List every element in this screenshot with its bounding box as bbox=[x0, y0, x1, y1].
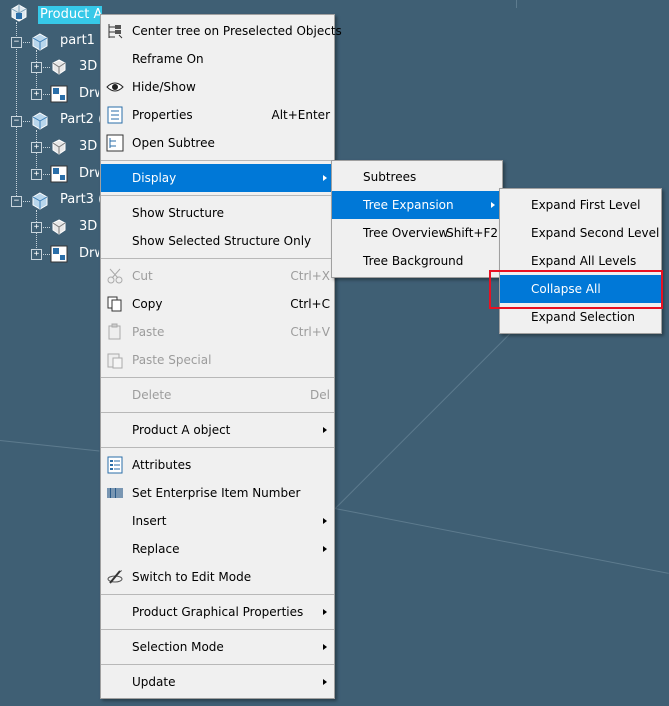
menu-item-enterprise-item-number[interactable]: Set Enterprise Item Number bbox=[101, 479, 334, 507]
subtree-icon bbox=[106, 134, 124, 152]
center-tree-icon bbox=[108, 24, 123, 39]
attributes-icon bbox=[107, 456, 123, 474]
expand-toggle[interactable]: − bbox=[11, 37, 22, 48]
expand-toggle[interactable]: − bbox=[11, 116, 22, 127]
menu-item-insert[interactable]: Insert bbox=[101, 507, 334, 535]
copy-icon bbox=[107, 296, 122, 312]
part-icon[interactable] bbox=[31, 112, 49, 130]
barcode-icon bbox=[107, 488, 123, 498]
part-icon[interactable] bbox=[31, 192, 49, 210]
menu-item-subtrees[interactable]: Subtrees bbox=[332, 163, 502, 191]
menu-item-replace[interactable]: Replace bbox=[101, 535, 334, 563]
paste-special-icon bbox=[107, 353, 123, 369]
menu-item-product-object[interactable]: Product A object bbox=[101, 416, 334, 444]
menu-item-tree-overview[interactable]: Tree Overview Shift+F2 bbox=[332, 219, 502, 247]
menu-item-properties[interactable]: Properties Alt+Enter bbox=[101, 101, 334, 129]
menu-item-update[interactable]: Update bbox=[101, 668, 334, 696]
paste-icon bbox=[108, 323, 121, 340]
expand-toggle[interactable]: + bbox=[31, 142, 42, 153]
tree-expansion-submenu: Expand First Level Expand Second Level E… bbox=[499, 188, 662, 334]
tree-node-drw[interactable]: Drw bbox=[79, 86, 99, 101]
submenu-arrow-icon bbox=[323, 175, 327, 181]
menu-item-open-subtree[interactable]: Open Subtree bbox=[101, 129, 334, 157]
context-menu: Center tree on Preselected Objects Refra… bbox=[100, 14, 342, 699]
tree-node-part1[interactable]: part1 ( bbox=[60, 33, 100, 48]
menu-item-selection-mode[interactable]: Selection Mode bbox=[101, 633, 334, 661]
tree-node-part3[interactable]: Part3 ( bbox=[60, 192, 100, 207]
menu-item-show-structure[interactable]: Show Structure bbox=[101, 199, 334, 227]
3d-geometry-icon[interactable] bbox=[50, 138, 68, 156]
tree-root-label[interactable]: Product A bbox=[38, 6, 102, 24]
annotation-highlight-box bbox=[489, 270, 663, 309]
expand-toggle[interactable]: − bbox=[11, 196, 22, 207]
submenu-arrow-icon bbox=[323, 609, 327, 615]
eye-icon bbox=[106, 82, 124, 92]
menu-item-cut[interactable]: Cut Ctrl+X bbox=[101, 262, 334, 290]
drawing-icon[interactable] bbox=[50, 165, 68, 183]
menu-item-paste-special[interactable]: Paste Special bbox=[101, 346, 334, 374]
viewport-line bbox=[334, 508, 669, 574]
expand-toggle[interactable]: + bbox=[31, 222, 42, 233]
menu-item-tree-background[interactable]: Tree Background bbox=[332, 247, 502, 275]
3d-geometry-icon[interactable] bbox=[50, 218, 68, 236]
tree-node-drw[interactable]: Drw bbox=[79, 166, 99, 181]
menu-item-paste[interactable]: Paste Ctrl+V bbox=[101, 318, 334, 346]
tree-node-part2[interactable]: Part2 ( bbox=[60, 112, 100, 127]
expand-toggle[interactable]: + bbox=[31, 89, 42, 100]
menu-item-expand-first-level[interactable]: Expand First Level bbox=[500, 191, 661, 219]
viewport-line bbox=[0, 440, 100, 452]
submenu-arrow-icon bbox=[323, 427, 327, 433]
menu-item-hide-show[interactable]: Hide/Show bbox=[101, 73, 334, 101]
tree-node-3d[interactable]: 3D bbox=[79, 139, 97, 154]
expand-toggle[interactable]: + bbox=[31, 169, 42, 180]
display-submenu: Subtrees Tree Expansion Tree Overview Sh… bbox=[331, 160, 503, 278]
submenu-arrow-icon bbox=[323, 518, 327, 524]
menu-item-graphical-properties[interactable]: Product Graphical Properties bbox=[101, 598, 334, 626]
menu-item-delete[interactable]: Delete Del bbox=[101, 381, 334, 409]
tree-node-3d[interactable]: 3D bbox=[79, 219, 97, 234]
menu-item-reframe-on[interactable]: Reframe On bbox=[101, 45, 334, 73]
3d-geometry-icon[interactable] bbox=[50, 58, 68, 76]
drawing-icon[interactable] bbox=[50, 245, 68, 263]
menu-item-center-tree[interactable]: Center tree on Preselected Objects bbox=[101, 17, 342, 45]
expand-toggle[interactable]: + bbox=[31, 62, 42, 73]
drawing-icon[interactable] bbox=[50, 85, 68, 103]
submenu-arrow-icon bbox=[491, 202, 495, 208]
scissors-icon bbox=[107, 268, 123, 284]
submenu-arrow-icon bbox=[323, 679, 327, 685]
product-icon[interactable] bbox=[10, 4, 28, 22]
tree-node-3d[interactable]: 3D bbox=[79, 59, 97, 74]
expand-toggle[interactable]: + bbox=[31, 249, 42, 260]
submenu-arrow-icon bbox=[323, 644, 327, 650]
submenu-arrow-icon bbox=[323, 546, 327, 552]
properties-icon bbox=[107, 106, 123, 124]
menu-item-expand-second-level[interactable]: Expand Second Level bbox=[500, 219, 661, 247]
menu-item-tree-expansion[interactable]: Tree Expansion bbox=[332, 191, 502, 219]
menu-item-copy[interactable]: Copy Ctrl+C bbox=[101, 290, 334, 318]
viewport-line bbox=[516, 0, 517, 8]
tree-node-drw[interactable]: Drw bbox=[79, 246, 99, 261]
menu-item-show-selected-structure[interactable]: Show Selected Structure Only bbox=[101, 227, 334, 255]
menu-item-display[interactable]: Display bbox=[101, 164, 334, 192]
menu-item-attributes[interactable]: Attributes bbox=[101, 451, 334, 479]
viewport-line bbox=[335, 324, 520, 509]
part-icon[interactable] bbox=[31, 33, 49, 51]
edit-mode-icon bbox=[107, 570, 123, 584]
menu-item-switch-edit-mode[interactable]: Switch to Edit Mode bbox=[101, 563, 334, 591]
